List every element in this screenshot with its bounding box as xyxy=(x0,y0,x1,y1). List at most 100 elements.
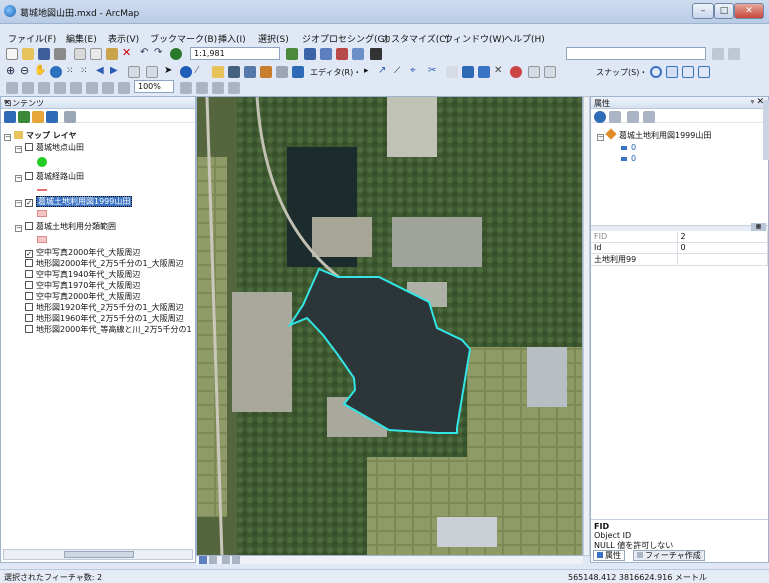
editor-toolbar-icon[interactable] xyxy=(286,48,298,60)
layout-back-icon[interactable] xyxy=(102,82,114,94)
refresh-icon[interactable] xyxy=(222,556,230,564)
layout-view-icon[interactable] xyxy=(209,556,217,564)
toc-horizontal-scrollbar[interactable] xyxy=(3,549,193,560)
change-layout-icon[interactable] xyxy=(212,82,224,94)
toc-layer-3[interactable]: − 葛城土地利用分類範囲 xyxy=(15,221,116,232)
layer-checkbox[interactable] xyxy=(25,172,33,180)
field-value[interactable] xyxy=(677,253,768,266)
pause-drawing-icon[interactable] xyxy=(232,556,240,564)
vertex-icon[interactable]: ⌖ xyxy=(410,66,422,78)
full-extent-icon[interactable] xyxy=(50,66,62,78)
sketch-tool-icon[interactable]: ↗ xyxy=(378,66,390,78)
toc-layer-10[interactable]: 地形図1960年代_2万5千分の1_大阪周辺 xyxy=(25,313,184,324)
route-icon[interactable] xyxy=(244,66,256,78)
toc-layer-9[interactable]: 地形図1920年代_2万5千分の1_大阪周辺 xyxy=(25,302,184,313)
find-icon[interactable] xyxy=(228,66,240,78)
zoom-in-icon[interactable]: ⊕ xyxy=(6,65,18,78)
scale-dropdown[interactable]: 1:1,981 xyxy=(190,47,280,60)
select-elements-icon[interactable]: ➤ xyxy=(164,66,176,78)
attribute-row[interactable]: Id 0 xyxy=(591,242,768,254)
data-driven-pages-icon[interactable] xyxy=(228,82,240,94)
toc-layer-5[interactable]: 地形図2000年代_2万5千分の1_大阪周辺 xyxy=(25,258,184,269)
toc-layer-11[interactable]: 地形図2000年代_等高線と川_2万5千分の1 xyxy=(25,324,195,335)
python-window-icon[interactable] xyxy=(370,48,382,60)
search-window-icon[interactable] xyxy=(336,48,348,60)
layout-zoom-in-icon[interactable] xyxy=(6,82,18,94)
layer-checkbox[interactable]: ✓ xyxy=(25,199,33,207)
attribute-options-icon[interactable] xyxy=(643,111,655,123)
layer-checkbox[interactable] xyxy=(25,292,33,300)
menu-customize[interactable]: カスタマイズ(C) xyxy=(382,32,449,45)
toolbar-extra-icon[interactable] xyxy=(712,48,724,60)
paste-icon[interactable] xyxy=(106,48,118,60)
layer-checkbox[interactable] xyxy=(25,325,33,333)
pin-icon[interactable]: ᵠ xyxy=(751,98,754,107)
toc-layer-0[interactable]: − 葛城地点山田 xyxy=(15,142,84,153)
copy-icon[interactable] xyxy=(90,48,102,60)
save-icon[interactable] xyxy=(38,48,50,60)
menu-edit[interactable]: 編集(E) xyxy=(66,32,97,45)
layer-checkbox[interactable] xyxy=(25,143,33,151)
editor-menu[interactable]: エディタ(R)・ xyxy=(310,67,361,78)
field-value[interactable]: 0 xyxy=(677,242,768,254)
fixed-zoom-in-icon[interactable]: ⁙ xyxy=(66,66,78,78)
attribute-row[interactable]: FID 2 xyxy=(591,231,768,243)
toc-layer-8[interactable]: 空中写真2000年代_大阪周辺 xyxy=(25,291,140,302)
layer-checkbox[interactable] xyxy=(25,222,33,230)
map-vertical-scrollbar[interactable] xyxy=(583,96,590,556)
new-document-icon[interactable] xyxy=(6,48,18,60)
toc-layer-6[interactable]: 空中写真1940年代_大阪周辺 xyxy=(25,269,140,280)
layout-pan-icon[interactable] xyxy=(38,82,50,94)
list-by-source-icon[interactable] xyxy=(18,111,30,123)
organize-templates-icon[interactable] xyxy=(544,66,556,78)
toc-root[interactable]: − マップ レイヤ xyxy=(4,130,77,141)
select-features-icon[interactable] xyxy=(128,66,140,78)
zoom-percent-dropdown[interactable]: 100% xyxy=(134,80,174,93)
close-icon[interactable]: ✕ xyxy=(4,98,191,107)
scroll-thumb[interactable] xyxy=(64,551,134,558)
table-of-contents-icon[interactable] xyxy=(304,48,316,60)
clear-selection-icon[interactable] xyxy=(146,66,158,78)
field-value[interactable]: 2 xyxy=(677,231,768,243)
zoom-out-icon[interactable]: ⊖ xyxy=(20,65,32,78)
vertex-snapping-icon[interactable] xyxy=(682,66,694,78)
toolbar-combo[interactable] xyxy=(566,47,706,60)
viewer-window-icon[interactable] xyxy=(292,66,304,78)
topology-icon[interactable] xyxy=(510,66,522,78)
cancel-edit-icon[interactable]: ✕ xyxy=(494,66,506,78)
minimize-button[interactable]: – xyxy=(692,3,714,19)
menu-geoprocessing[interactable]: ジオプロセシング(G) xyxy=(302,32,388,45)
focus-data-frame-icon[interactable] xyxy=(196,82,208,94)
sketch-properties-icon[interactable] xyxy=(478,66,490,78)
toc-layer-2[interactable]: − ✓ 葛城土地利用図1999山田 xyxy=(15,196,133,207)
attributes-feature-1[interactable]: 0 xyxy=(621,153,636,164)
aerial-imagery[interactable] xyxy=(197,97,583,556)
layer-checkbox[interactable] xyxy=(25,314,33,322)
toggle-draft-icon[interactable] xyxy=(180,82,192,94)
menu-windows[interactable]: ウィンドウ(W) xyxy=(444,32,505,45)
fixed-zoom-out-icon[interactable]: ⁙ xyxy=(80,66,92,78)
edit-tool-icon[interactable]: ▸ xyxy=(364,66,376,78)
zoom-100-icon[interactable] xyxy=(70,82,82,94)
menu-bookmarks[interactable]: ブックマーク(B) xyxy=(150,32,217,45)
menu-help[interactable]: ヘルプ(H) xyxy=(504,32,545,45)
layer-checkbox[interactable]: ✓ xyxy=(25,250,33,258)
rotate-tool-icon[interactable] xyxy=(446,66,458,78)
toc-layer-7[interactable]: 空中写真1970年代_大阪周辺 xyxy=(25,280,140,291)
fixed-layout-zoom-icon[interactable] xyxy=(86,82,98,94)
menu-insert[interactable]: 挿入(I) xyxy=(218,32,246,45)
time-slider-icon[interactable] xyxy=(276,66,288,78)
menu-selection[interactable]: 選択(S) xyxy=(258,32,289,45)
layout-forward-icon[interactable] xyxy=(118,82,130,94)
back-extent-icon[interactable]: ◀ xyxy=(96,66,108,78)
redo-icon[interactable]: ↷ xyxy=(154,48,166,60)
attributes-layer-icon[interactable] xyxy=(594,111,606,123)
docked-window-tabs[interactable] xyxy=(763,100,769,160)
snapping-menu[interactable]: スナップ(S)・ xyxy=(596,67,647,78)
tab-create-features[interactable]: フィーチャ作成 xyxy=(633,550,705,561)
create-features-icon[interactable] xyxy=(528,66,540,78)
delete-icon[interactable]: ✕ xyxy=(122,47,134,60)
layer-checkbox[interactable] xyxy=(25,259,33,267)
layer-checkbox[interactable] xyxy=(25,270,33,278)
close-button[interactable]: ✕ xyxy=(734,3,764,19)
